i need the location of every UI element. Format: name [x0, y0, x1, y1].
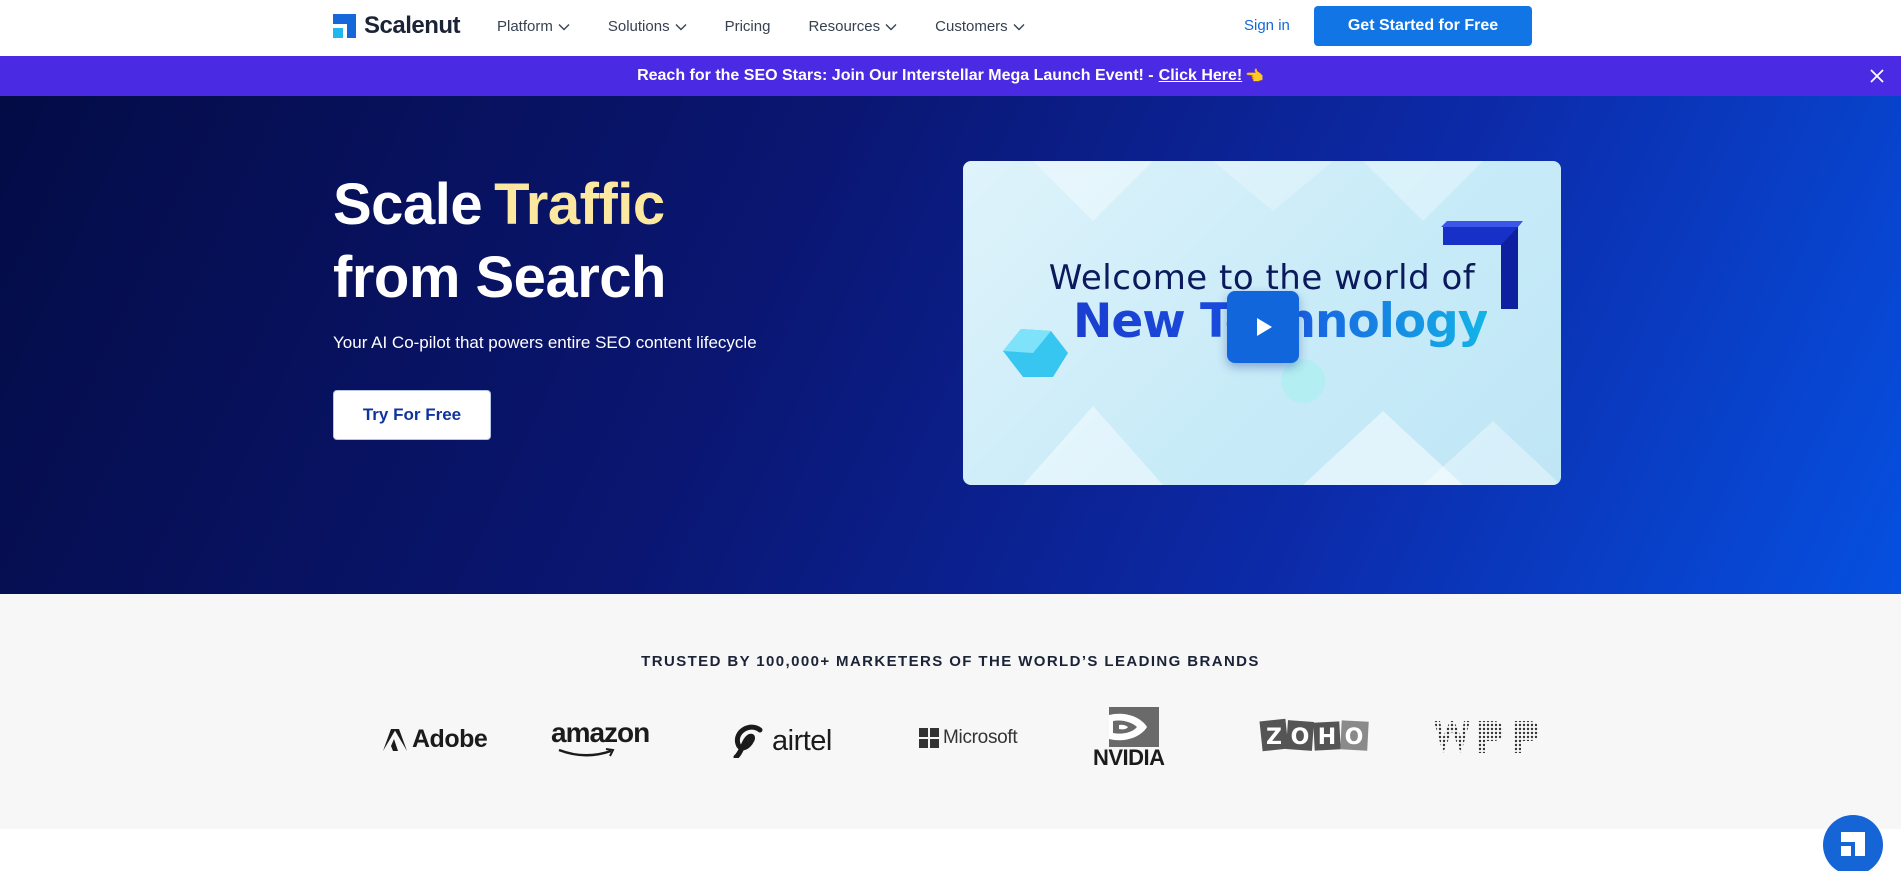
brand-logo-microsoft: Microsoft	[919, 727, 1018, 749]
brand-logo-airtel: airtel	[732, 724, 832, 758]
intro-video[interactable]: Welcome to the world of New Technology	[963, 161, 1561, 485]
chevron-down-icon	[1013, 23, 1025, 30]
chevron-down-icon	[885, 23, 897, 30]
menu-item-customers[interactable]: Customers	[935, 18, 1025, 35]
menu-item-pricing[interactable]: Pricing	[725, 18, 771, 35]
hero-subtitle: Your AI Co-pilot that powers entire SEO …	[333, 333, 757, 352]
hero-title-line2: from Search	[333, 245, 666, 310]
logo-text: Scalenut	[364, 12, 461, 39]
brand-name: Microsoft	[943, 727, 1018, 748]
hero-title: Scale Traffic from Search	[333, 168, 666, 314]
chevron-down-icon	[558, 23, 570, 30]
svg-text:O: O	[1291, 725, 1310, 750]
menu-label: Customers	[935, 18, 1008, 35]
trusted-brands-section: TRUSTED BY 100,000+ MARKETERS OF THE WOR…	[0, 594, 1901, 829]
amazon-smile-icon	[558, 748, 615, 757]
hero-title-prefix: Scale	[333, 172, 483, 237]
top-navigation: Scalenut Platform Solutions Pricing Reso…	[0, 0, 1901, 56]
sign-in-link[interactable]: Sign in	[1244, 17, 1290, 34]
wpp-icon	[1434, 721, 1539, 753]
menu-item-resources[interactable]: Resources	[808, 18, 897, 35]
menu-label: Pricing	[724, 18, 771, 35]
adobe-icon	[383, 728, 407, 751]
svg-text:H: H	[1318, 725, 1336, 750]
brand-logo-wpp	[1434, 719, 1552, 755]
brand-name: airtel	[772, 724, 832, 757]
svg-text:O: O	[1345, 725, 1364, 750]
get-started-button[interactable]: Get Started for Free	[1314, 6, 1532, 46]
menu-label: Solutions	[607, 18, 670, 35]
scalenut-logo-icon	[333, 14, 356, 38]
hero-section: Scale Traffic from Search Your AI Co-pilo…	[0, 96, 1901, 594]
zoho-icon: Z O H O	[1259, 718, 1369, 752]
menu-item-platform[interactable]: Platform	[497, 18, 570, 35]
brand-logo-adobe: Adobe	[383, 725, 488, 754]
scalenut-logo[interactable]: Scalenut	[333, 12, 461, 40]
close-icon[interactable]	[1867, 66, 1887, 86]
brand-logo-nvidia: NVIDIA	[1093, 707, 1165, 769]
brand-logo-zoho: Z O H O	[1259, 716, 1371, 754]
announcement-link[interactable]: Click Here!	[1159, 67, 1243, 85]
microsoft-icon	[919, 728, 939, 748]
brand-name: amazon	[551, 717, 650, 748]
play-button[interactable]	[1227, 291, 1299, 363]
brand-logo-amazon: amazon	[551, 717, 650, 758]
scalenut-chat-icon	[1841, 832, 1865, 856]
menu-label: Resources	[808, 18, 881, 35]
airtel-icon	[733, 724, 763, 758]
try-for-free-button[interactable]: Try For Free	[333, 390, 491, 440]
trusted-title: TRUSTED BY 100,000+ MARKETERS OF THE WOR…	[641, 653, 1260, 670]
hero-title-highlight: Traffic	[494, 172, 665, 237]
pointing-hand-icon: 👈	[1245, 68, 1264, 85]
play-icon	[1257, 318, 1272, 336]
svg-text:Z: Z	[1266, 725, 1282, 750]
main-menu: Platform Solutions Pricing Resources Cus…	[497, 0, 1063, 53]
chevron-down-icon	[675, 23, 687, 30]
nvidia-eye-icon	[1108, 707, 1159, 747]
announcement-text: Reach for the SEO Stars: Join Our Inters…	[637, 67, 1154, 84]
chat-widget-button[interactable]	[1823, 815, 1883, 871]
brand-name: NVIDIA	[1093, 745, 1165, 770]
menu-label: Platform	[497, 18, 553, 35]
menu-item-solutions[interactable]: Solutions	[608, 18, 687, 35]
brand-name: Adobe	[412, 725, 488, 753]
announcement-bar: Reach for the SEO Stars: Join Our Inters…	[0, 56, 1901, 96]
